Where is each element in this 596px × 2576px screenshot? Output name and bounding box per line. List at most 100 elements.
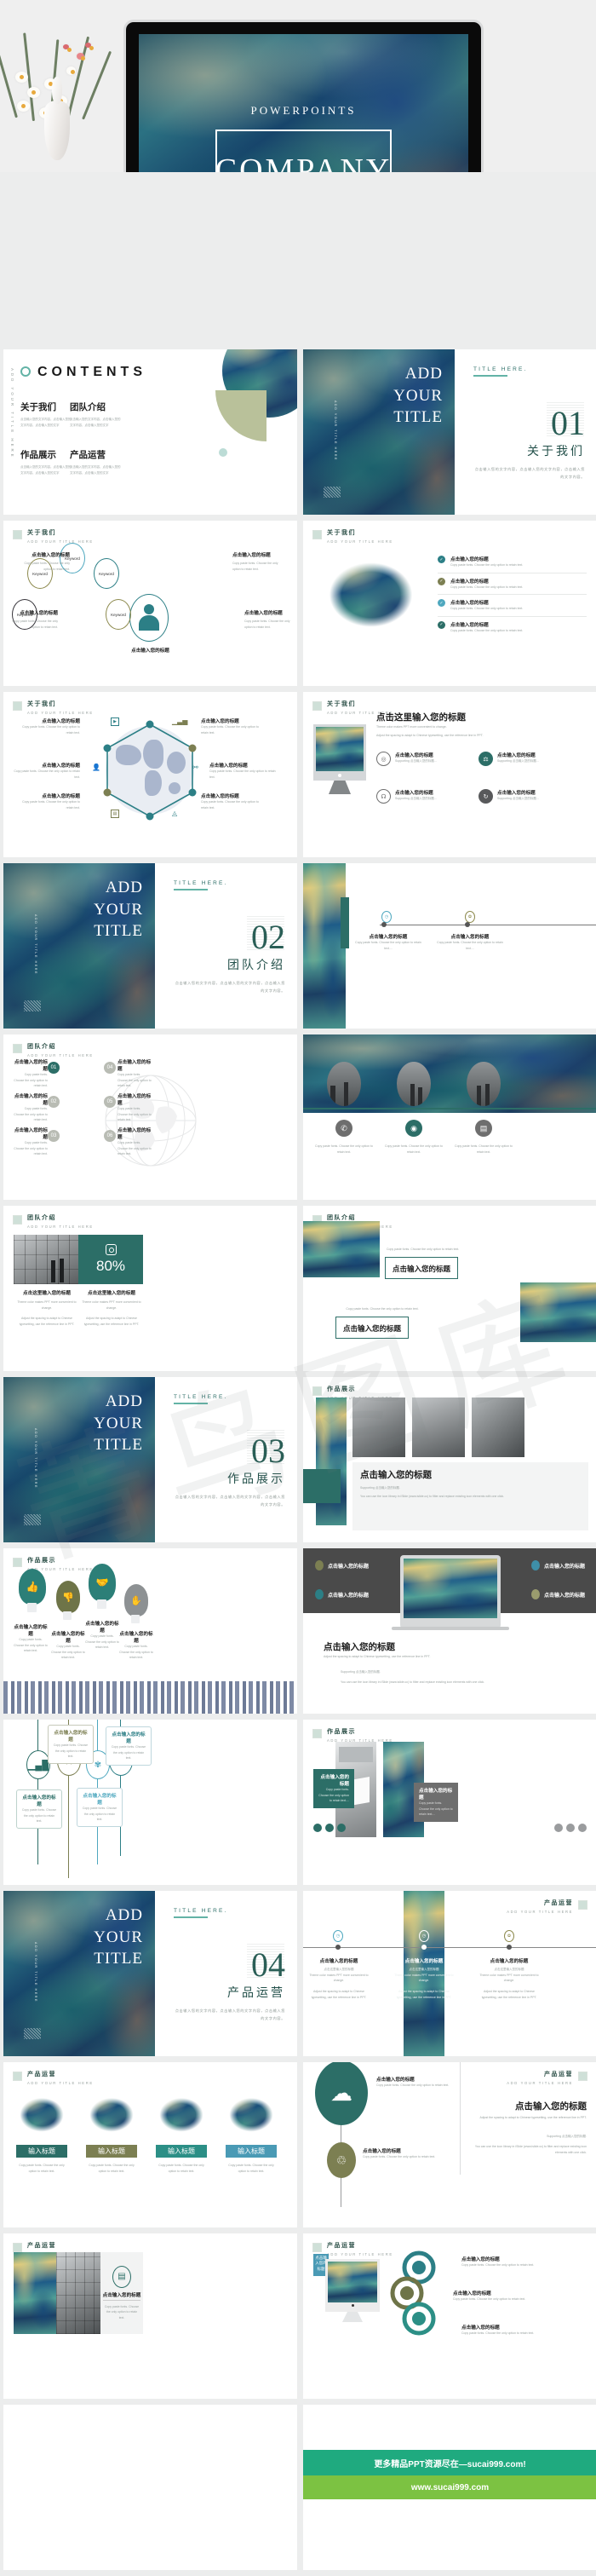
contents-item-2[interactable]: 作品展示 点击输入您的文字内容，点击输入您的文字内容，点击输入您的文字 [20,448,73,475]
social-icon[interactable] [313,1824,322,1832]
column-title: 点击输入您的标题 [319,1959,358,1964]
feature-item[interactable]: ◎ 点击输入您的标题 Supporting 点击输入您的标题... [376,752,437,766]
timeline-item[interactable]: 点击输入您的标题 Copy paste fonts. Choose the on… [354,933,422,951]
check-icon: ✓ [438,577,445,585]
list-item[interactable]: ✓ 点击输入您的标题 Copy paste fonts. Choose the … [438,573,587,596]
list-item[interactable]: ✓ 点击输入您的标题 Copy paste fonts. Choose the … [438,595,587,617]
laptop-body-1: Adjust the spacing to adapt to Chinese t… [324,1655,431,1658]
slide-works-vertical-timeline: ▁▄█ ⁂ ✾ ◎ 点击输入您的标题 Copy paste fonts. Cho… [3,1720,297,1885]
header-square-icon [13,701,22,711]
splash-button[interactable]: 输入标题 [225,2144,278,2158]
slide-works-products: 作品展示 ADD YOUR TITLE HERE 点击输入您的标题 Copy p… [303,1720,596,1885]
slide-product-splashes: 产品运营 ADD YOUR TITLE HERE 输入标题 输入标题 输入标题 [3,2062,297,2227]
list-item[interactable]: ✓ 点击输入您的标题 Copy paste fonts. Choose the … [438,551,587,573]
slide-thanks: POWER POINT 201X.X.X THANKS FOR YOU 感谢聆听… [3,2405,297,2570]
framed-title-text: 点击输入您的标题 [393,1265,451,1273]
monitor-frame [325,2259,380,2312]
social-icon[interactable] [566,1824,575,1832]
gallery-title: 点击输入您的标题 [360,1471,432,1480]
social-icon[interactable] [578,1824,587,1832]
keyword-bubble[interactable]: Keyword [106,599,131,630]
thanks-pinyin: SENBENCHUANGYI [116,2524,185,2529]
social-icon[interactable] [337,1824,346,1832]
accent-block [303,1469,341,1503]
timeline-desc: Copy paste fonts. Choose the only option… [437,941,503,950]
header-subtitle: ADD YOUR TITLE HERE [27,539,94,544]
timeline-column[interactable]: 点击输入您的标题 点击这里输入您的标题 Theme color makes PP… [308,1957,370,2000]
promo-banner-secondary[interactable]: www.sucai999.com [303,2475,596,2499]
slide-product-panels: 产品运营 ADD YOUR TITLE HERE ▤ 点击输入您的标题 Copy… [3,2233,297,2399]
section-number: 01 [551,404,585,442]
splash-caption: Copy paste fonts. Choose the only option… [19,2164,65,2173]
section-cover-title: ADD YOUR TITLE [393,365,443,427]
contents-item-desc: 点击输入您的文字内容，点击输入您的文字内容，点击输入您的文字 [20,465,72,475]
feature-desc: Supporting 点击输入您的标题... [497,797,539,800]
laptop-bullet[interactable]: 点击输入您的标题 [530,1589,585,1599]
contents-item-1[interactable]: 团队介绍 点击输入您的文字内容，点击输入您的文字内容，点击输入您的文字 [70,401,123,428]
feature-item[interactable]: ☊ 点击输入您的标题 Supporting 点击输入您的标题... [376,789,437,804]
keyword-desc: Copy paste fonts. Choose the only option… [12,620,58,629]
column-line1: Theme color makes PPT more convenient to… [394,1973,454,1983]
hex-title: 点击输入您的标题 [42,719,80,724]
overlay-card: 点击输入您的标题 Copy paste fonts. Choose the on… [414,1783,458,1822]
timeline-item[interactable]: 点击输入您的标题 Copy paste fonts. Choose the on… [436,933,504,951]
framed-title[interactable]: 点击输入您的标题 [335,1317,410,1339]
framed-title[interactable]: 点击输入您的标题 [385,1257,459,1279]
laptop-base [392,1627,509,1630]
bullet-label: 点击输入您的标题 [543,1593,585,1599]
contents-item-3[interactable]: 产品运营 点击输入您的文字内容，点击输入您的文字内容，点击输入您的文字 [70,448,123,475]
splash-button[interactable]: 输入标题 [85,2144,138,2158]
vertical-divider [460,2062,461,2175]
laptop-bullet[interactable]: 点击输入您的标题 [315,1560,369,1570]
hex-label: 点击输入您的标题 Copy paste fonts. Choose the on… [201,717,259,735]
list-item[interactable]: ✓ 点击输入您的标题 Copy paste fonts. Choose the … [438,617,587,638]
feature-item[interactable]: ↻ 点击输入您的标题 Supporting 点击输入您的标题... [479,789,539,804]
section-cover-title: ADD YOUR TITLE [94,1906,143,1968]
hex-label: 点击输入您的标题 Copy paste fonts. Choose the on… [201,792,259,810]
laptop-title: 点击输入您的标题 [324,1643,395,1652]
monitor-frame [313,724,366,781]
laptop-bullet[interactable]: 点击输入您的标题 [315,1589,369,1599]
timeline-column[interactable]: 点击输入您的标题 点击这里输入您的标题 Theme color makes PP… [393,1957,455,2000]
header-title: 产品运营 [327,2243,356,2249]
social-icon[interactable] [554,1824,563,1832]
thanks-cn: 感谢聆听 [106,2498,195,2517]
slide-row: 团队介绍 ADD YOUR TITLE HERE 80% 点击这里输入您的标题 … [0,1206,596,1371]
clock-icon: ◷ [333,1930,343,1942]
timeline-card[interactable]: 点击输入您的标题 Copy paste fonts. Choose the on… [106,1726,152,1766]
item-desc: Copy paste fonts. Choose the only option… [450,585,524,589]
bullet-dot-icon [530,1560,540,1570]
slide-row: 作品展示 ADD YOUR TITLE HERE 👍 👎 🤝 ✋ 点击输入您的标… [0,1548,596,1714]
label-desc: Copy paste fonts. Choose the only option… [376,2083,450,2087]
monitor-stand [342,2312,363,2322]
keyword-bubble[interactable]: Keyword [94,558,119,589]
theme-line1: Theme color makes PPT more convenient to… [376,725,447,729]
timeline-node [381,922,387,927]
label-desc: Copy paste fonts. Choose the only option… [14,1073,48,1088]
right-title: 点击输入您的标题 [515,2102,587,2112]
social-icons-right [554,1824,587,1832]
frame-caption: Copy paste fonts. Choose the only option… [387,1248,460,1251]
promo-banner-primary[interactable]: 更多精品PPT资源尽在—sucai999.com! [303,2450,596,2475]
monitor-screen-image [328,2262,377,2302]
balloon-hand-icon: ✋ [124,1584,148,1616]
splash-button[interactable]: 输入标题 [155,2144,208,2158]
section-desc: 点击输入您的文字内容，点击输入您的文字内容，点击输入您的文字内容。 [175,1495,285,1507]
timeline-card[interactable]: 点击输入您的标题 Copy paste fonts. Choose the on… [48,1725,94,1764]
checklist: ✓ 点击输入您的标题 Copy paste fonts. Choose the … [438,551,587,638]
laptop-bullet[interactable]: 点击输入您的标题 [530,1560,585,1570]
social-icon[interactable] [325,1824,334,1832]
header-title: 作品展示 [327,1386,356,1392]
timeline-column[interactable]: 点击输入您的标题 点击这里输入您的标题 Theme color makes PP… [479,1957,540,2000]
feature-item[interactable]: ⚖ 点击输入您的标题 Supporting 点击输入您的标题... [479,752,539,766]
contents-item-0[interactable]: 关于我们 点击输入您的文字内容，点击输入您的文字内容，点击输入您的文字 [20,401,73,428]
hex-title: 点击输入您的标题 [209,764,248,769]
splash-button[interactable]: 输入标题 [15,2144,68,2158]
slide-section-01: ADD YOUR TITLE ADD YOUR TITLE HERE TITLE H… [303,349,596,515]
timeline-card[interactable]: 点击输入您的标题 Copy paste fonts. Choose the on… [16,1789,62,1829]
section-title-here: TITLE HERE. [174,880,228,886]
label-desc: Copy paste fonts. Choose the only option… [117,1141,152,1156]
timeline-card[interactable]: 点击输入您的标题 Copy paste fonts. Choose the on… [77,1788,123,1827]
section-cover-image: ADD YOUR TITLE ADD YOUR TITLE HERE [3,1377,155,1542]
column-line2: Adjust the spacing to adapt to Chinese t… [396,1989,452,1999]
